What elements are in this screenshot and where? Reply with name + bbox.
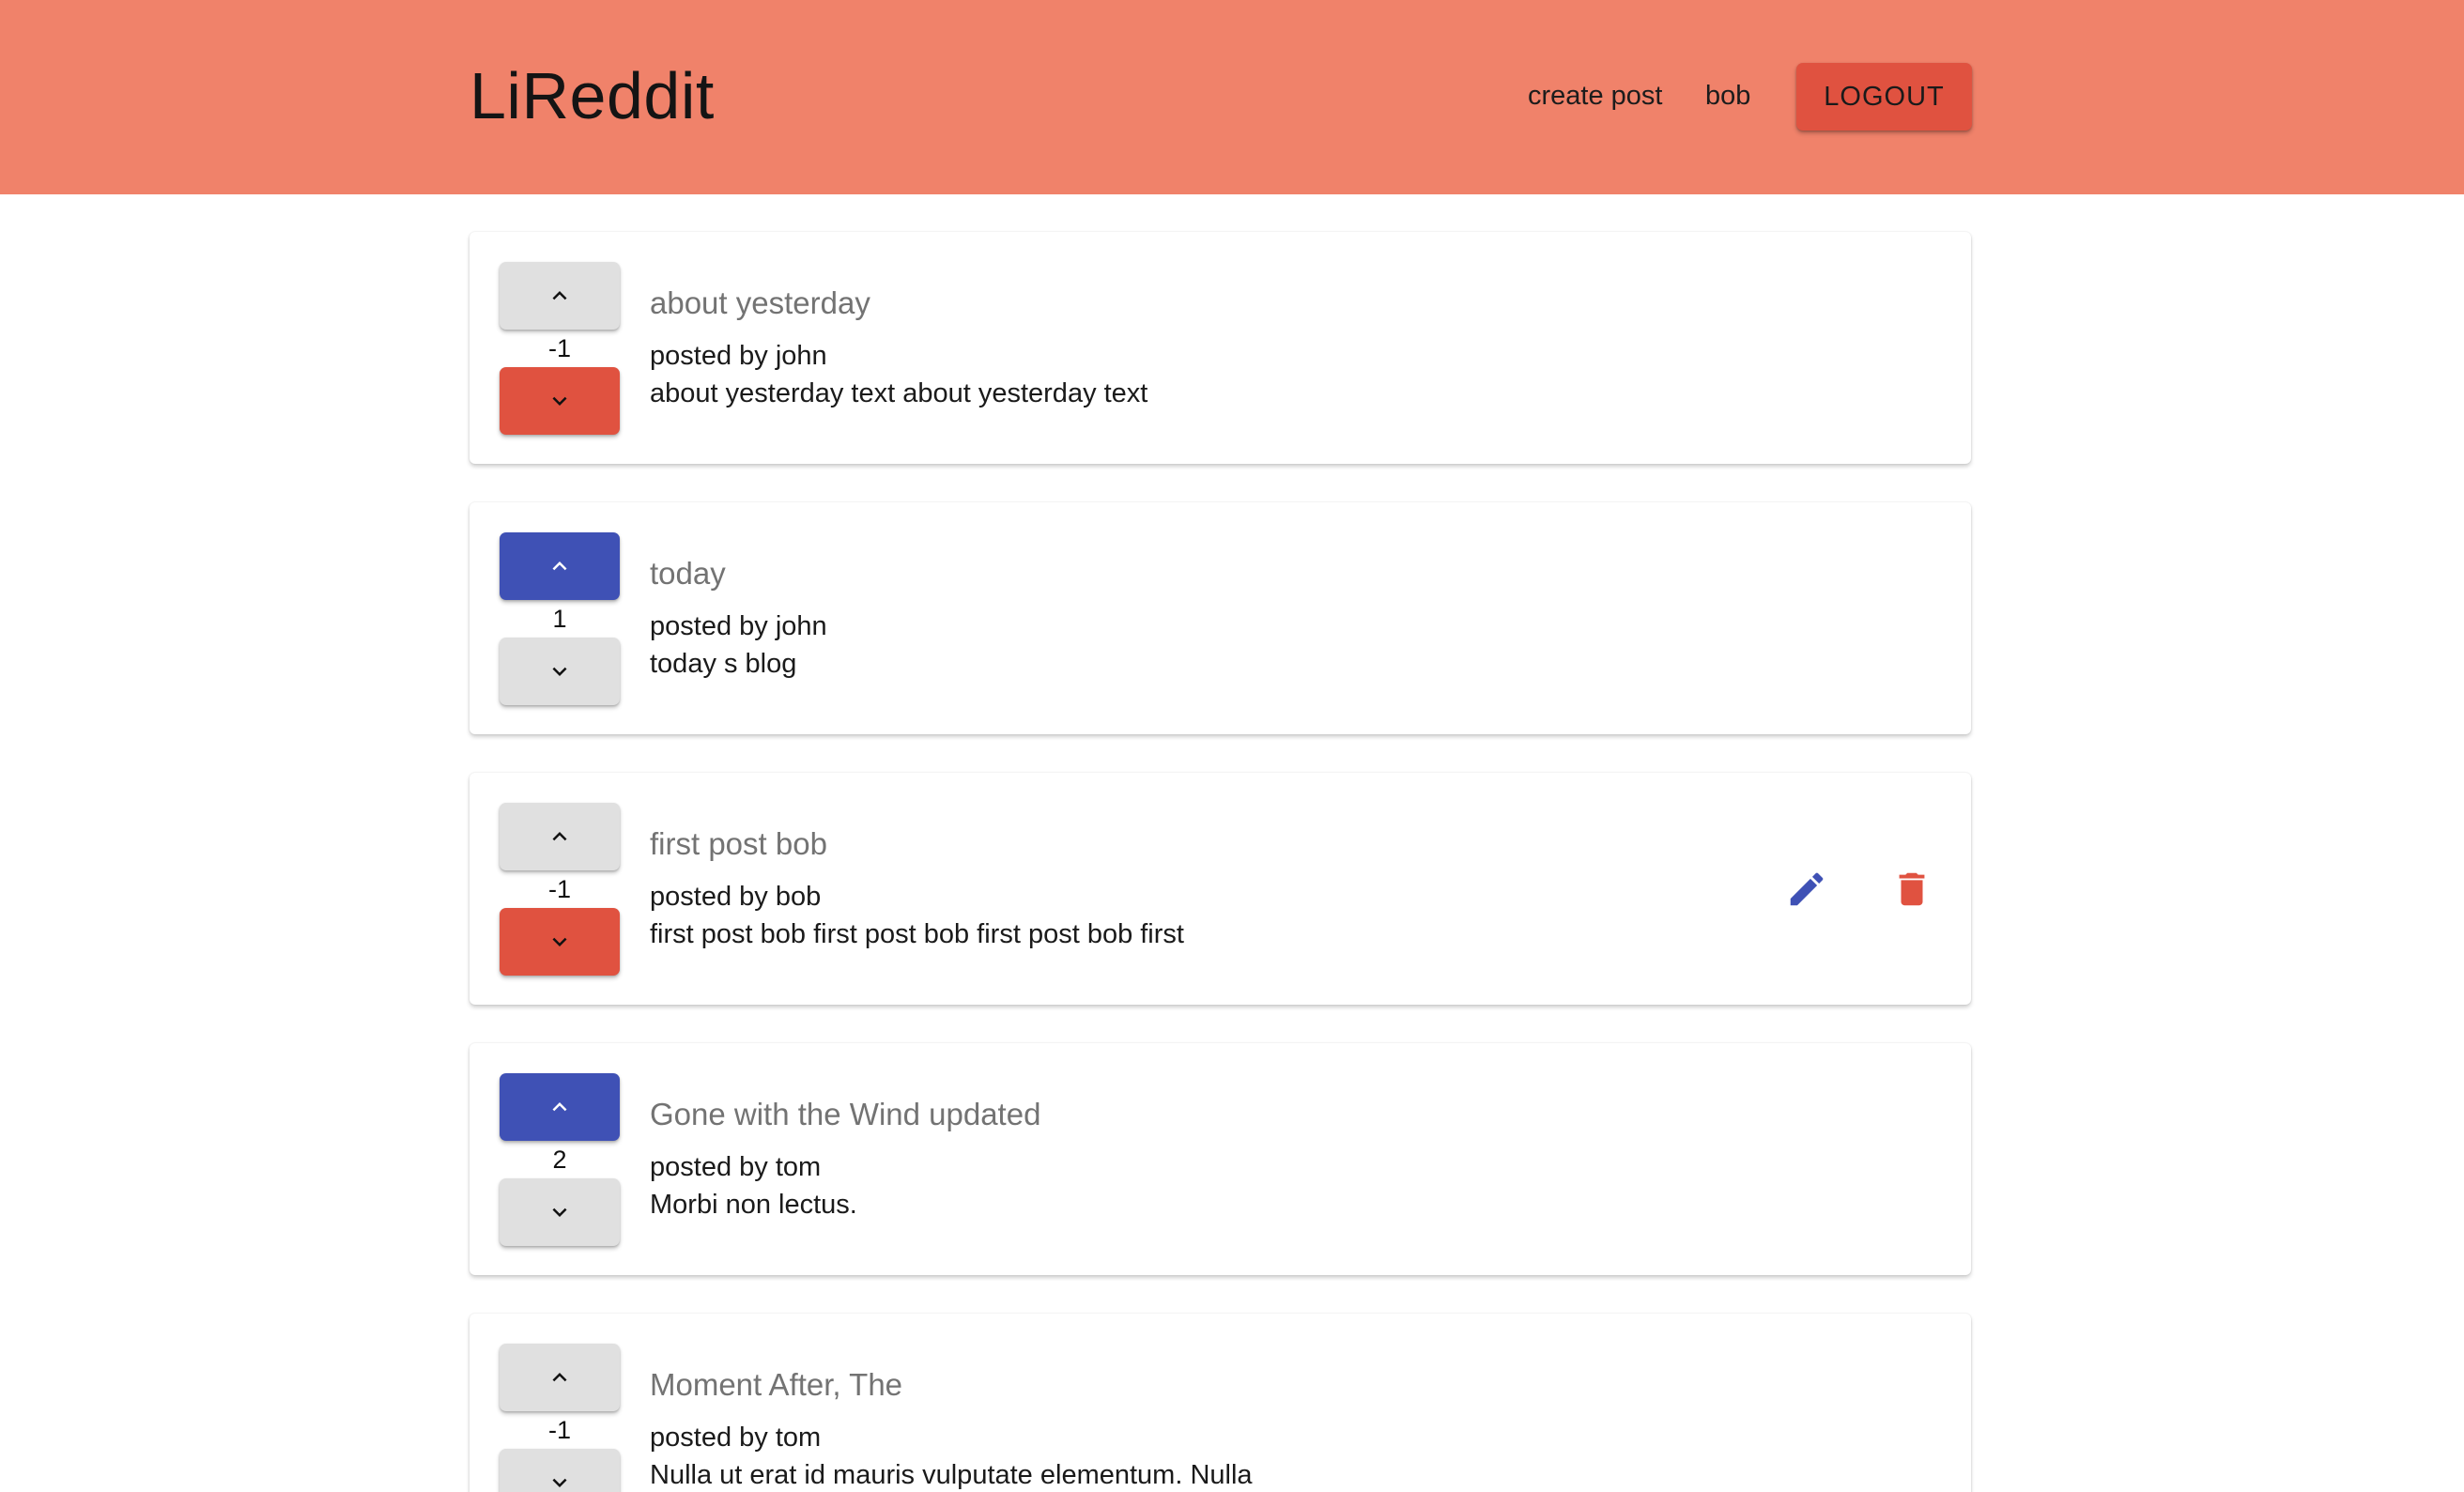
create-post-link[interactable]: create post (1528, 77, 1662, 115)
pencil-icon (1785, 868, 1828, 911)
downvote-button[interactable] (500, 1449, 620, 1492)
downvote-button[interactable] (500, 367, 620, 435)
post-author: posted by tom (650, 1152, 822, 1182)
post-snippet: Morbi non lectus. (650, 1190, 857, 1220)
downvote-button[interactable] (500, 1178, 620, 1246)
edit-post-button[interactable] (1780, 863, 1833, 915)
brand-logo[interactable]: LiReddit (470, 51, 715, 141)
vote-score: 1 (552, 605, 567, 633)
post-card: 2 Gone with the Wind updated posted by tom… (470, 1043, 1971, 1275)
post-card: -1 Moment After, The posted by tom Nulla ut… (470, 1314, 1971, 1492)
chevron-up-icon (546, 823, 574, 851)
post-card: -1 about yesterday posted by john about yes… (470, 232, 1971, 464)
vote-score: -1 (547, 334, 571, 362)
post-title-link[interactable]: Gone with the Wind updated (650, 1094, 1040, 1135)
username-label: bob (1705, 81, 1751, 111)
trash-icon (1890, 868, 1933, 911)
upvote-button[interactable] (500, 803, 620, 870)
post-card: -1 first post bob posted by bob first post … (470, 773, 1971, 1005)
post-author: posted by bob (650, 882, 822, 912)
post-author: posted by john (650, 341, 827, 371)
vote-score: 2 (552, 1146, 567, 1174)
downvote-button[interactable] (500, 638, 620, 705)
vote-score: -1 (547, 875, 571, 903)
delete-post-button[interactable] (1886, 863, 1938, 915)
chevron-up-icon (546, 1093, 574, 1121)
chevron-up-icon (546, 1363, 574, 1392)
post-snippet: Nulla ut erat id mauris vulputate elemen… (650, 1460, 1253, 1490)
logout-button[interactable]: LOGOUT (1796, 63, 1972, 131)
navbar: LiReddit create post bob LOGOUT (0, 0, 2464, 194)
upvote-button[interactable] (500, 262, 620, 330)
vote-score: -1 (547, 1416, 571, 1444)
upvote-button[interactable] (500, 1073, 620, 1141)
downvote-button[interactable] (500, 908, 620, 976)
post-author: posted by john (650, 611, 827, 641)
post-card: 1 today posted by john today s blog (470, 502, 1971, 734)
chevron-up-icon (546, 282, 574, 310)
post-title-link[interactable]: about yesterday (650, 283, 870, 324)
chevron-down-icon (546, 1469, 574, 1492)
upvote-button[interactable] (500, 1344, 620, 1411)
post-author: posted by tom (650, 1423, 822, 1453)
upvote-button[interactable] (500, 532, 620, 600)
chevron-down-icon (546, 387, 574, 415)
chevron-down-icon (546, 928, 574, 956)
chevron-down-icon (546, 657, 574, 685)
app: LiReddit create post bob LOGOUT -1 about … (0, 0, 2464, 1492)
post-title-link[interactable]: Moment After, The (650, 1364, 902, 1406)
post-title-link[interactable]: first post bob (650, 823, 827, 865)
post-title-link[interactable]: today (650, 553, 726, 594)
post-snippet: first post bob first post bob first post… (650, 919, 1184, 949)
chevron-down-icon (546, 1198, 574, 1226)
chevron-up-icon (546, 552, 574, 580)
post-snippet: today s blog (650, 649, 797, 679)
post-snippet: about yesterday text about yesterday tex… (650, 378, 1148, 408)
